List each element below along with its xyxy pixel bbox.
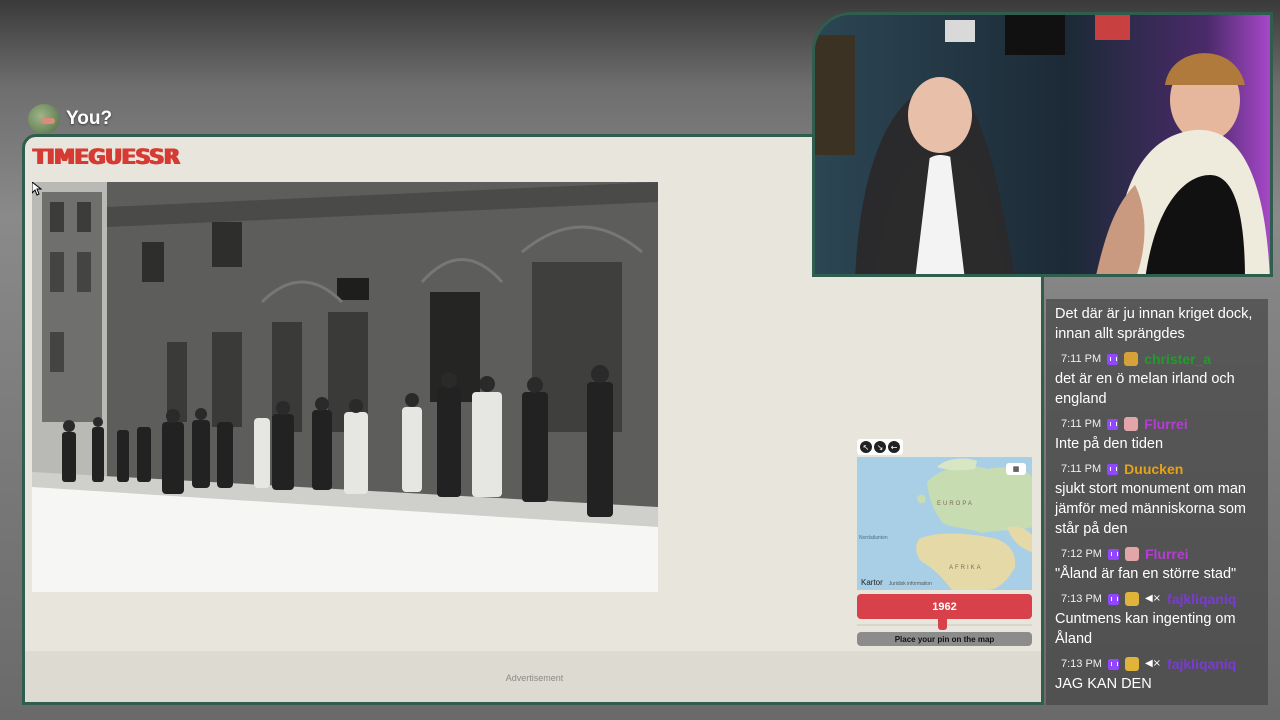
map-legal-link[interactable]: Juridisk information xyxy=(889,581,932,587)
mouse-cursor-icon xyxy=(32,182,42,196)
chat-message-text: sjukt stort monument om man jämför med m… xyxy=(1055,481,1246,537)
place-pin-button[interactable]: Place your pin on the map xyxy=(857,632,1032,646)
user-badge-icon xyxy=(1124,592,1139,606)
chat-message-meta: 7:11 PM Duucken xyxy=(1055,459,1259,479)
year-slider-thumb[interactable] xyxy=(938,616,947,630)
chat-timestamp: 7:12 PM xyxy=(1061,548,1102,560)
map-label-africa: AFRIKA xyxy=(949,565,983,571)
chat-message: Det där är ju innan kriget dock, innan a… xyxy=(1055,304,1259,344)
chat-message-text: Inte på den tiden xyxy=(1055,436,1164,452)
twitch-icon xyxy=(1107,418,1119,430)
chat-timestamp: 7:11 PM xyxy=(1061,353,1102,365)
twitch-icon xyxy=(1107,593,1119,605)
chat-message-text: "Åland är fan en större stad" xyxy=(1055,566,1237,582)
user-badge-icon xyxy=(1124,547,1139,561)
chat-username[interactable]: fajkliqaniq xyxy=(1167,654,1236,674)
muted-icon: ◀× xyxy=(1144,658,1162,669)
map-attribution-text: Kartor xyxy=(861,578,883,587)
chat-message-meta: 7:11 PM Flurrei xyxy=(1055,414,1259,434)
chat-timestamp: 7:13 PM xyxy=(1061,593,1102,605)
map-label-ocean: Nordatlanten xyxy=(859,535,888,541)
chat-message: 7:11 PM christer_a det är en ö melan irlan… xyxy=(1055,349,1259,409)
webcam-feed xyxy=(812,12,1273,277)
advertisement-label: Advertisement xyxy=(505,673,564,683)
historical-photo xyxy=(32,182,658,592)
user-badge-icon xyxy=(1124,657,1139,671)
chat-message-meta: 7:11 PM christer_a xyxy=(1055,349,1259,369)
expand-icon[interactable]: ↖ xyxy=(860,441,872,453)
map-label-europe: EUROPA xyxy=(937,501,974,507)
chat-message-text: Cuntmens kan ingenting om Åland xyxy=(1055,611,1236,647)
chat-message: 7:13 PM ◀× fajkliqaniq JAG KAN DEN xyxy=(1055,654,1259,694)
chat-message: 7:13 PM ◀× fajkliqaniq Cuntmens kan ingenti… xyxy=(1055,589,1259,649)
chat-username[interactable]: fajkliqaniq xyxy=(1167,589,1236,609)
chat-message-meta: 7:13 PM ◀× fajkliqaniq xyxy=(1055,654,1259,674)
chat-message: 7:11 PM Duucken sjukt stort monument om ma… xyxy=(1055,459,1259,539)
back-icon[interactable]: ← xyxy=(888,441,900,453)
pepe-avatar-icon xyxy=(28,104,60,134)
chat-message-meta: 7:13 PM ◀× fajkliqaniq xyxy=(1055,589,1259,609)
chat-username[interactable]: Flurrei xyxy=(1144,414,1188,434)
user-badge-icon xyxy=(1124,352,1139,366)
chat-timestamp: 7:13 PM xyxy=(1061,658,1102,670)
twitch-icon xyxy=(1107,548,1119,560)
player-label: You? xyxy=(28,104,112,134)
twitch-icon xyxy=(1107,658,1119,670)
chat-message-text: det är en ö melan irland och england xyxy=(1055,371,1235,407)
chat-message-meta: 7:12 PM Flurrei xyxy=(1055,544,1259,564)
chat-message-text: Det där är ju innan kriget dock, innan a… xyxy=(1055,306,1253,342)
user-badge-icon xyxy=(1124,417,1139,431)
map-attribution: Kartor Juridisk information xyxy=(861,578,932,587)
chat-timestamp: 7:11 PM xyxy=(1061,418,1102,430)
chat-message: 7:12 PM Flurrei "Åland är fan en större st… xyxy=(1055,544,1259,584)
twitch-icon xyxy=(1107,463,1119,475)
muted-icon: ◀× xyxy=(1144,593,1162,604)
chat-username[interactable]: Flurrei xyxy=(1145,544,1189,564)
shrink-icon[interactable]: ↘ xyxy=(874,441,886,453)
timeguessr-logo: TIMEGUESSR xyxy=(33,144,180,169)
chat-panel: Det där är ju innan kriget dock, innan a… xyxy=(1046,299,1268,705)
chat-username[interactable]: christer_a xyxy=(1144,349,1211,369)
map-type-toggle[interactable]: ▦ xyxy=(1006,463,1026,475)
map-toolbar: ↖ ↘ ← xyxy=(857,439,903,455)
chat-username[interactable]: Duucken xyxy=(1124,459,1183,479)
world-map[interactable]: EUROPA AFRIKA Nordatlanten ▦ Kartor Juri… xyxy=(857,457,1032,590)
chat-message: 7:11 PM Flurrei Inte på den tiden xyxy=(1055,414,1259,454)
chat-timestamp: 7:11 PM xyxy=(1061,463,1102,475)
advertisement-area: Advertisement xyxy=(25,651,1041,702)
player-label-text: You? xyxy=(66,108,113,129)
chat-message-text: JAG KAN DEN xyxy=(1055,676,1152,692)
twitch-icon xyxy=(1107,353,1119,365)
